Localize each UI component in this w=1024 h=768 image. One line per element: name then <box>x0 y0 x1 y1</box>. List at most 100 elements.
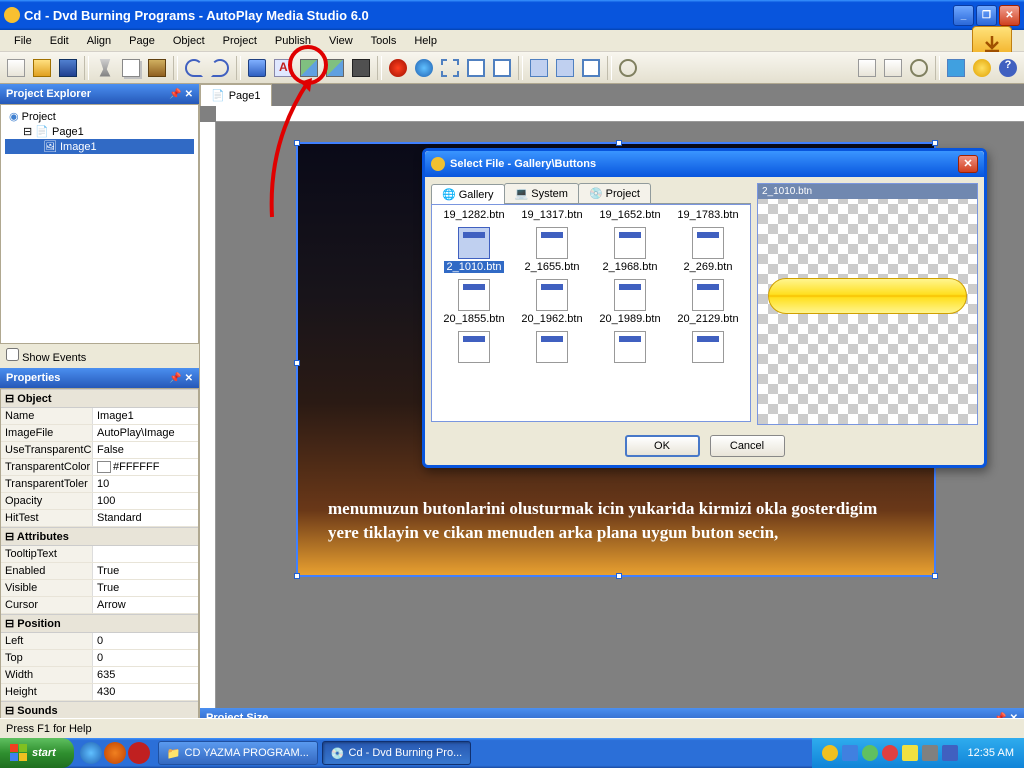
file-item[interactable]: 19_1282.btn <box>436 209 512 221</box>
tray-icon[interactable] <box>842 745 858 761</box>
taskbar-item-active[interactable]: 💿 Cd - Dvd Burning Pro... <box>322 741 471 765</box>
add-page-button[interactable] <box>855 56 879 80</box>
insert-video-button[interactable] <box>349 56 373 80</box>
cancel-button[interactable]: Cancel <box>710 435 785 457</box>
zoom-button[interactable] <box>616 56 640 80</box>
cut-button[interactable] <box>93 56 117 80</box>
preview-pane: 2_1010.btn <box>757 183 978 425</box>
insert-web-button[interactable] <box>412 56 436 80</box>
file-item[interactable]: 20_1989.btn <box>592 279 668 325</box>
ok-button[interactable]: OK <box>625 435 700 457</box>
close-button[interactable]: ✕ <box>999 5 1020 26</box>
ruler-vertical <box>200 122 216 732</box>
menu-align[interactable]: Align <box>79 33 119 49</box>
tab-project[interactable]: 💿 Project <box>578 183 651 203</box>
file-item[interactable] <box>436 331 512 363</box>
undo-button[interactable] <box>182 56 206 80</box>
tray-icon[interactable] <box>942 745 958 761</box>
build-button[interactable] <box>970 56 994 80</box>
file-item[interactable]: 20_2129.btn <box>670 279 746 325</box>
file-item[interactable]: 19_1652.btn <box>592 209 668 221</box>
insert-input-button[interactable] <box>464 56 488 80</box>
file-item[interactable]: 20_1962.btn <box>514 279 590 325</box>
preview-button[interactable] <box>944 56 968 80</box>
app-icon <box>4 7 20 23</box>
menu-view[interactable]: View <box>321 33 361 49</box>
new-button[interactable] <box>4 56 28 80</box>
propgroup-attributes[interactable]: ⊟ Attributes <box>1 527 198 546</box>
properties-panel[interactable]: ⊟ Object NameImage1 ImageFileAutoPlay\Im… <box>0 388 199 750</box>
minimize-button[interactable]: _ <box>953 5 974 26</box>
menu-file[interactable]: File <box>6 33 40 49</box>
window-titlebar: Cd - Dvd Burning Programs - AutoPlay Med… <box>0 0 1024 30</box>
propgroup-object[interactable]: ⊟ Object <box>1 389 198 408</box>
page-props-button[interactable] <box>907 56 931 80</box>
file-item[interactable]: 2_269.btn <box>670 227 746 273</box>
redo-button[interactable] <box>208 56 232 80</box>
insert-button-button[interactable] <box>245 56 269 80</box>
tray-icon[interactable] <box>922 745 938 761</box>
status-bar: Press F1 for Help <box>0 718 1024 738</box>
menu-object[interactable]: Object <box>165 33 213 49</box>
insert-flash-button[interactable] <box>386 56 410 80</box>
file-list[interactable]: 19_1282.btn 19_1317.btn 19_1652.btn 19_1… <box>431 204 751 422</box>
insert-combobox-button[interactable] <box>527 56 551 80</box>
file-item-selected[interactable]: 2_1010.btn <box>436 227 512 273</box>
dialog-close-button[interactable]: ✕ <box>958 155 978 173</box>
preview-filename: 2_1010.btn <box>758 184 977 199</box>
document-tab[interactable]: 📄 Page1 <box>200 84 272 106</box>
menu-bar: File Edit Align Page Object Project Publ… <box>0 30 1024 52</box>
menu-edit[interactable]: Edit <box>42 33 77 49</box>
windows-taskbar: start 📁 CD YAZMA PROGRAM... 💿 Cd - Dvd B… <box>0 738 1024 768</box>
copy-button[interactable] <box>119 56 143 80</box>
tray-icon[interactable] <box>862 745 878 761</box>
insert-progress-button[interactable] <box>553 56 577 80</box>
menu-page[interactable]: Page <box>121 33 163 49</box>
insert-hotspot-button[interactable] <box>438 56 462 80</box>
dialog-titlebar[interactable]: Select File - Gallery\Buttons ✕ <box>425 151 984 177</box>
annotation-circle <box>288 45 328 85</box>
clock[interactable]: 12:35 AM <box>968 747 1014 759</box>
tree-image[interactable]: 🖼 Image1 <box>5 139 194 154</box>
tray-icon[interactable] <box>882 745 898 761</box>
menu-project[interactable]: Project <box>215 33 265 49</box>
start-button[interactable]: start <box>0 738 74 768</box>
file-item[interactable]: 19_1317.btn <box>514 209 590 221</box>
menu-tools[interactable]: Tools <box>363 33 405 49</box>
project-explorer-panel[interactable]: ◉Project ⊟ 📄 Page1 🖼 Image1 <box>0 104 199 344</box>
maximize-button[interactable]: ❐ <box>976 5 997 26</box>
file-item[interactable]: 19_1783.btn <box>670 209 746 221</box>
paste-button[interactable] <box>145 56 169 80</box>
tree-page[interactable]: ⊟ 📄 Page1 <box>5 124 194 139</box>
taskbar-item[interactable]: 📁 CD YAZMA PROGRAM... <box>158 741 318 765</box>
annotation-arrow <box>268 82 328 222</box>
tree-project[interactable]: ◉Project <box>5 109 194 124</box>
propgroup-position[interactable]: ⊟ Position <box>1 614 198 633</box>
menu-help[interactable]: Help <box>406 33 445 49</box>
open-button[interactable] <box>30 56 54 80</box>
help-button[interactable]: ? <box>996 56 1020 80</box>
main-toolbar: ? <box>0 52 1024 84</box>
app-icon[interactable] <box>128 742 150 764</box>
dialog-title: Select File - Gallery\Buttons <box>450 158 596 170</box>
tab-gallery[interactable]: 🌐 Gallery <box>431 184 505 204</box>
tab-system[interactable]: 💻 System <box>504 183 579 203</box>
file-item[interactable]: 20_1855.btn <box>436 279 512 325</box>
file-item[interactable]: 2_1968.btn <box>592 227 668 273</box>
save-button[interactable] <box>56 56 80 80</box>
file-item[interactable] <box>514 331 590 363</box>
ie-icon[interactable] <box>80 742 102 764</box>
file-item[interactable] <box>670 331 746 363</box>
insert-tree-button[interactable] <box>579 56 603 80</box>
file-item[interactable] <box>592 331 668 363</box>
system-tray[interactable]: 12:35 AM <box>812 738 1024 768</box>
tray-icon[interactable] <box>822 745 838 761</box>
select-file-dialog: Select File - Gallery\Buttons ✕ 🌐 Galler… <box>422 148 987 468</box>
tray-icon[interactable] <box>902 745 918 761</box>
firefox-icon[interactable] <box>104 742 126 764</box>
remove-page-button[interactable] <box>881 56 905 80</box>
show-events-checkbox[interactable]: Show Events <box>0 344 199 368</box>
properties-header: Properties📌 ✕ <box>0 368 199 388</box>
file-item[interactable]: 2_1655.btn <box>514 227 590 273</box>
insert-listbox-button[interactable] <box>490 56 514 80</box>
